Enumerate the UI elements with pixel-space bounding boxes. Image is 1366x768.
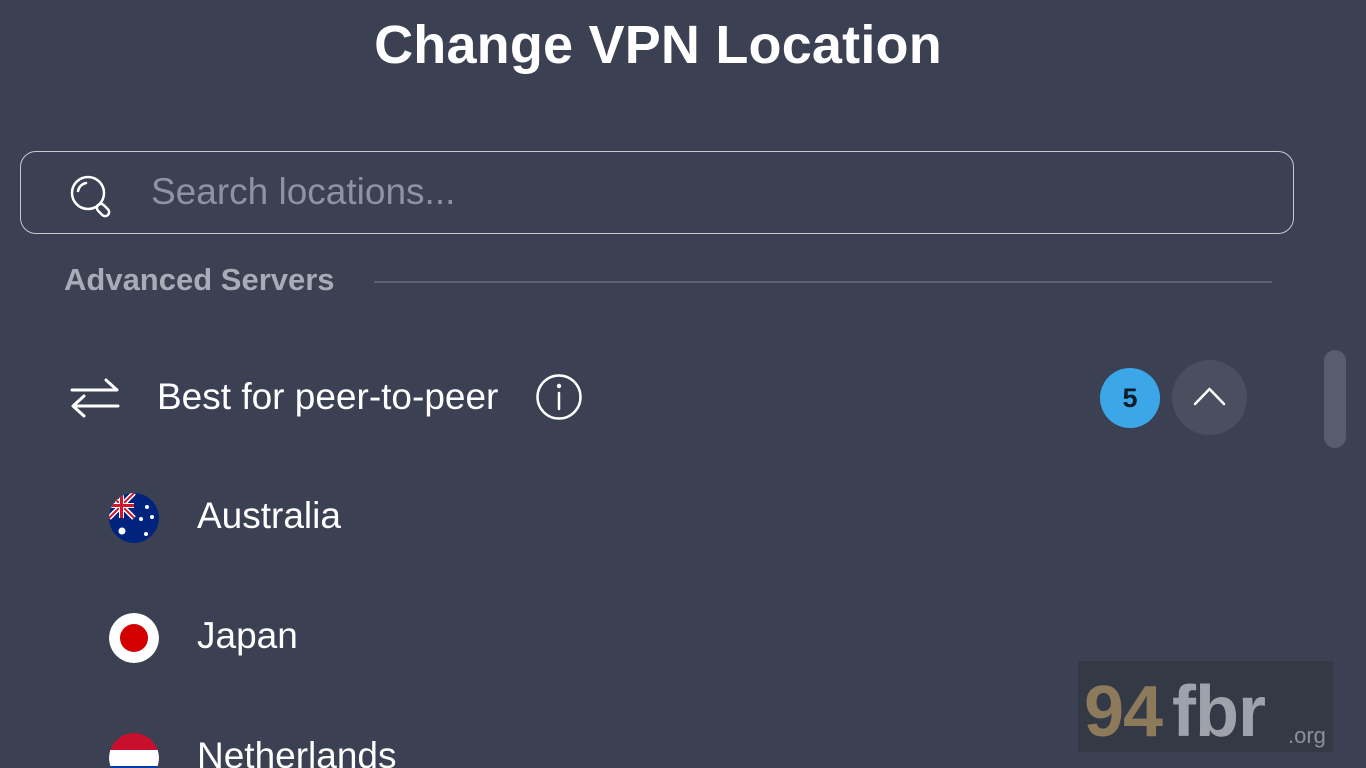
- chevron-up-icon: [1193, 387, 1226, 406]
- group-label: Best for peer-to-peer: [157, 376, 499, 417]
- watermark-tld: .org: [1288, 723, 1326, 748]
- netherlands-flag-icon: [109, 733, 159, 768]
- p2p-arrows-icon: [70, 378, 120, 418]
- country-label: Netherlands: [197, 735, 397, 768]
- watermark-logo: 94 fbr .org: [1078, 661, 1333, 752]
- vpn-location-panel: Change VPN Location Advanced Servers Bes…: [0, 0, 1366, 768]
- page-title: Change VPN Location: [374, 15, 942, 75]
- australia-flag-icon: [109, 493, 159, 543]
- p2p-group-header[interactable]: Best for peer-to-peer 5: [0, 358, 1300, 438]
- country-label: Japan: [197, 615, 298, 656]
- watermark-digits: 94: [1084, 672, 1163, 752]
- search-box[interactable]: [20, 151, 1294, 234]
- section-header: Advanced Servers: [64, 262, 335, 297]
- search-input[interactable]: [151, 162, 1251, 222]
- section-divider: [374, 281, 1272, 283]
- scrollbar-thumb[interactable]: [1324, 350, 1346, 448]
- country-label: Australia: [197, 495, 341, 536]
- info-icon[interactable]: [535, 373, 583, 421]
- server-count-badge: 5: [1100, 368, 1160, 428]
- search-icon: [70, 175, 111, 218]
- collapse-button[interactable]: [1172, 360, 1247, 435]
- watermark-letters: fbr: [1172, 672, 1266, 752]
- japan-flag-icon: [109, 613, 159, 663]
- country-row-australia[interactable]: Australia: [0, 473, 1290, 563]
